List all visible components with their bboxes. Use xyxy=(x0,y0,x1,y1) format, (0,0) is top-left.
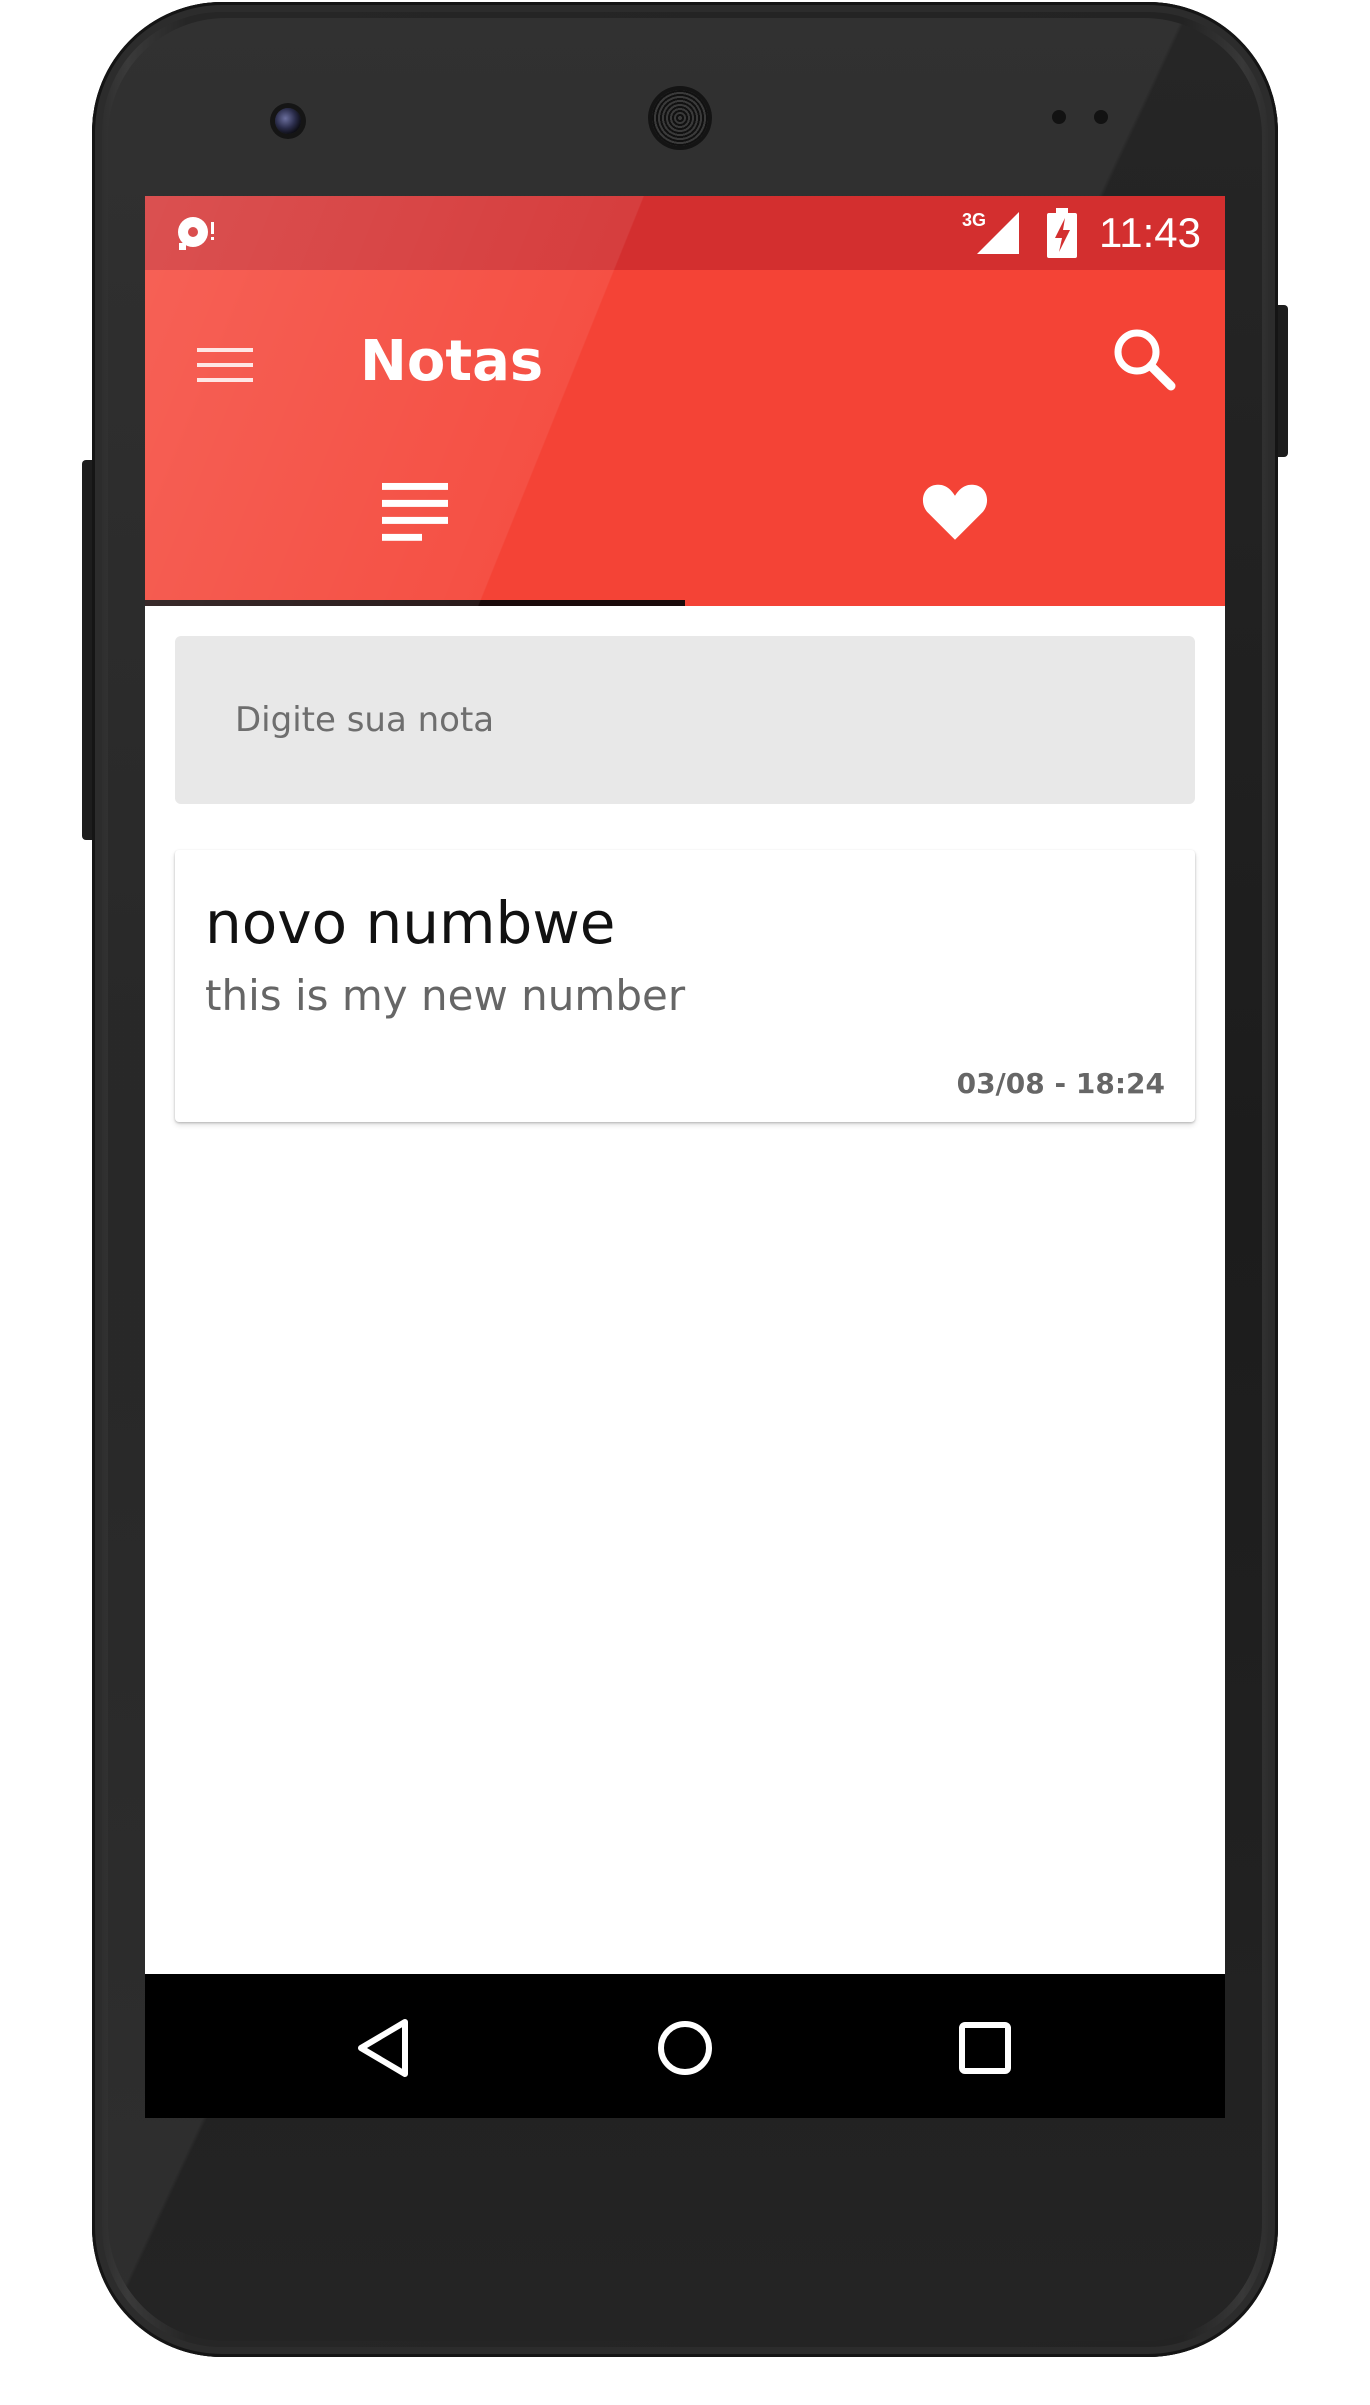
battery-charging-icon xyxy=(1047,208,1077,262)
screen-recorder-icon xyxy=(175,210,219,258)
front-camera xyxy=(275,108,301,134)
system-nav-bar xyxy=(145,1974,1225,2118)
hamburger-menu-icon[interactable] xyxy=(195,340,255,390)
heart-icon xyxy=(922,482,988,546)
notes-list-icon xyxy=(382,482,448,545)
app-bar: Notas xyxy=(145,270,1225,606)
signal-icon xyxy=(975,210,1021,260)
tab-selected-indicator xyxy=(145,600,685,606)
screen: 3G 11:43 Notas Digite sua nota novo numb… xyxy=(145,196,1225,2118)
note-body: this is my new number xyxy=(205,971,686,1020)
note-date: 03/08 - 18:24 xyxy=(956,1067,1165,1100)
note-title: novo numbwe xyxy=(205,889,616,957)
device-mockup: 3G 11:43 Notas Digite sua nota novo numb… xyxy=(0,0,1370,2405)
note-input[interactable] xyxy=(175,636,1195,804)
light-sensor xyxy=(1094,110,1108,124)
app-title: Notas xyxy=(360,329,544,394)
tab-favorites[interactable] xyxy=(685,428,1225,606)
proximity-sensor xyxy=(1052,110,1066,124)
status-bar: 3G 11:43 xyxy=(145,196,1225,270)
back-icon[interactable] xyxy=(345,2008,425,2088)
recents-icon[interactable] xyxy=(945,2008,1025,2088)
tab-notes[interactable] xyxy=(145,428,685,606)
earpiece-speaker xyxy=(652,90,708,146)
status-clock: 11:43 xyxy=(1099,209,1201,256)
home-icon[interactable] xyxy=(645,2008,725,2088)
note-card[interactable]: novo numbwe this is my new number 03/08 … xyxy=(175,850,1195,1122)
search-icon[interactable] xyxy=(1105,320,1185,400)
